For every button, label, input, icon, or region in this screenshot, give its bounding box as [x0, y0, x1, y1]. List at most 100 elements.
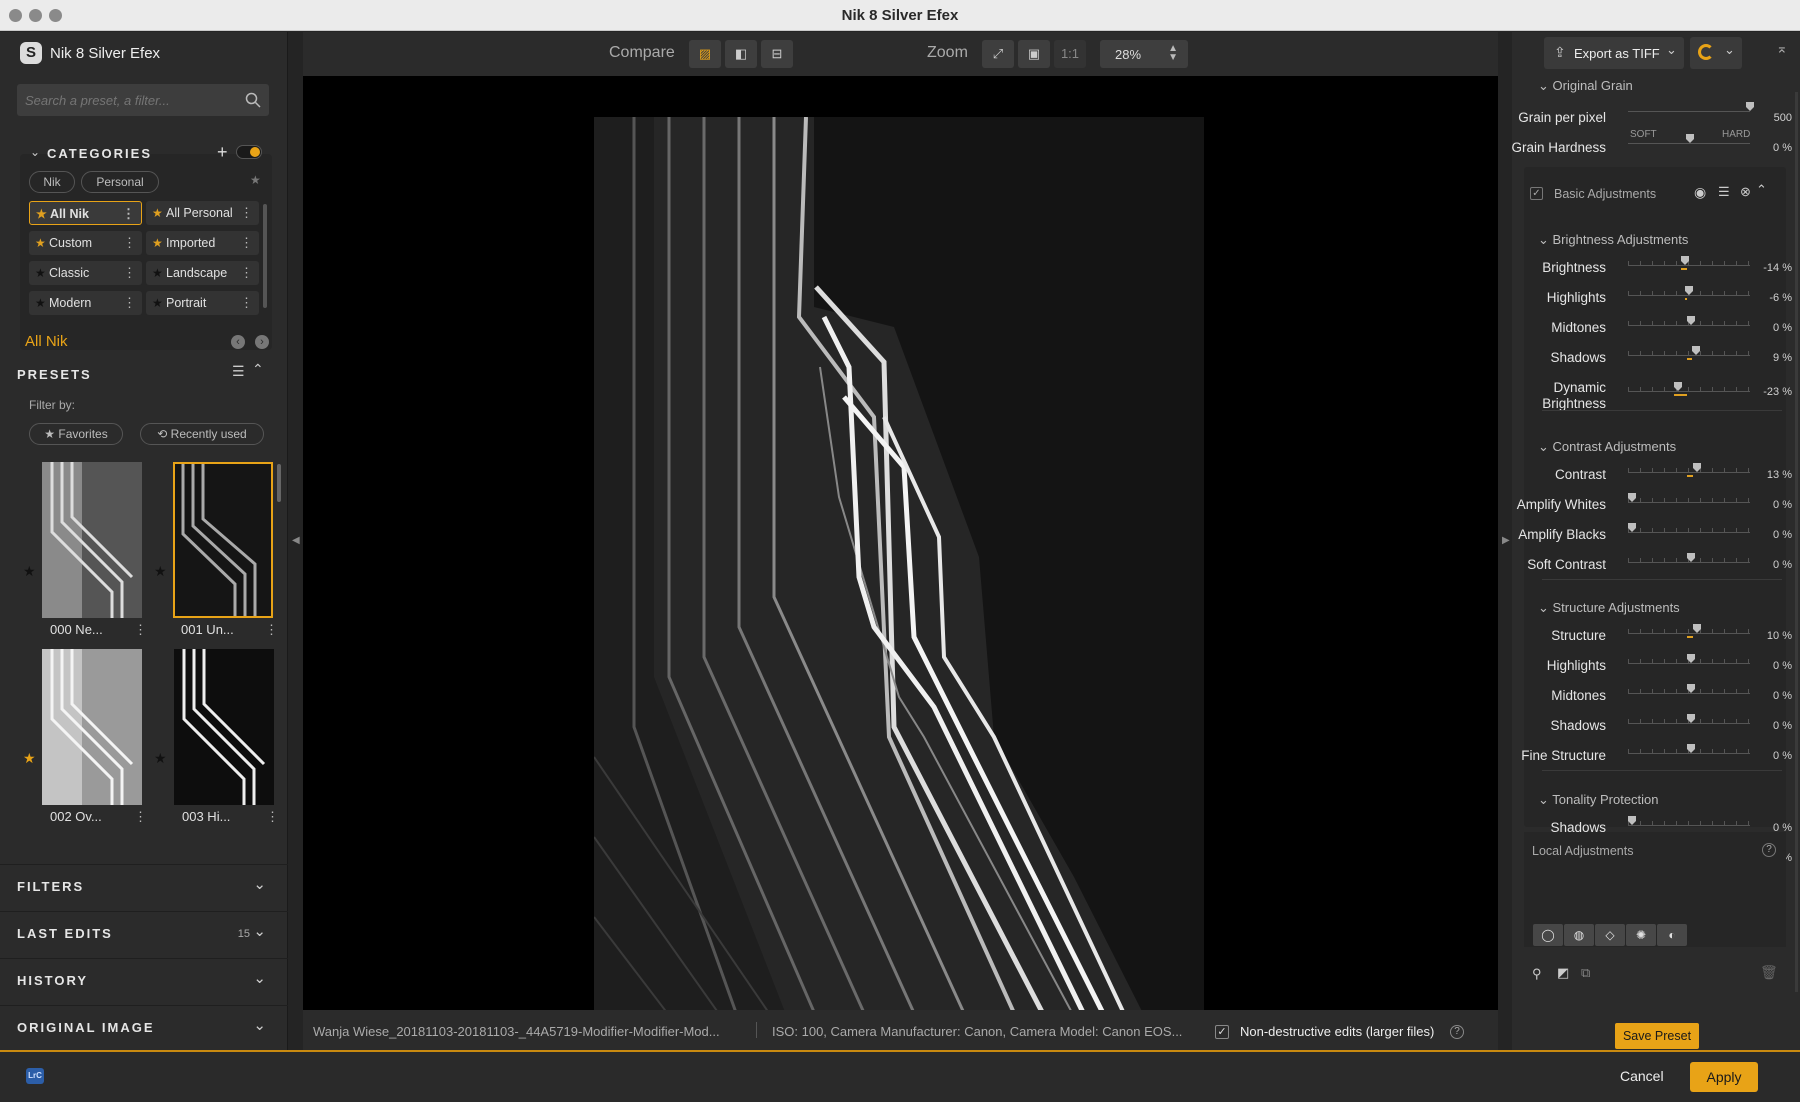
eye-icon[interactable]: ◉: [1694, 184, 1706, 201]
contrast-slider[interactable]: [1628, 553, 1750, 563]
star-icon[interactable]: ★: [250, 173, 261, 187]
presets-scrollbar[interactable]: [277, 464, 281, 502]
original-image-section[interactable]: ORIGINAL IMAGE ⌄: [0, 1005, 288, 1047]
star-icon[interactable]: ★: [23, 750, 36, 767]
chevron-down-icon[interactable]: ⌄: [30, 145, 40, 159]
collapse-up-icon[interactable]: ⌅: [1776, 40, 1788, 57]
category-classic[interactable]: ★ Classic ⋮: [29, 261, 142, 285]
list-view-icon[interactable]: ☰: [232, 363, 245, 380]
basic-adjustments-checkbox[interactable]: ✓: [1530, 187, 1543, 200]
more-icon[interactable]: ⋮: [266, 809, 279, 825]
image-viewport[interactable]: [303, 76, 1498, 1035]
menu-icon[interactable]: ☰: [1718, 184, 1730, 200]
chevron-up-icon[interactable]: ⌃: [1756, 182, 1767, 198]
more-icon[interactable]: ⋮: [122, 202, 135, 226]
filter-recently-used[interactable]: ⟲ Recently used: [140, 423, 264, 445]
star-icon[interactable]: ★: [23, 563, 36, 580]
category-imported[interactable]: ★ Imported ⋮: [146, 231, 259, 255]
category-tab-personal[interactable]: Personal: [81, 171, 159, 193]
more-icon[interactable]: ⋮: [123, 261, 136, 285]
category-portrait[interactable]: ★ Portrait ⋮: [146, 291, 259, 315]
adjustments-scroll[interactable]: ⌄ Original Grain Grain per pixel 500 SOF…: [1512, 72, 1800, 1012]
search-input[interactable]: [25, 90, 235, 110]
categories-toggle[interactable]: [236, 145, 262, 159]
filters-section[interactable]: FILTERS ⌄: [0, 864, 288, 906]
category-tab-nik[interactable]: Nik: [29, 171, 75, 193]
structure-slider[interactable]: [1628, 714, 1750, 724]
preset-thumbnail[interactable]: 003 Hi... ⋮: [174, 649, 279, 824]
zoom-fit-icon[interactable]: ⤢: [982, 40, 1014, 68]
brightness-slider[interactable]: [1628, 316, 1750, 326]
category-all-nik[interactable]: ★ All Nik ⋮: [29, 201, 142, 225]
contrast-slider[interactable]: [1628, 523, 1750, 533]
chevron-down-icon[interactable]: ⌄: [1666, 42, 1677, 58]
list-mask-icon[interactable]: ⚲: [1532, 966, 1542, 982]
categories-scrollbar[interactable]: [263, 204, 267, 308]
duplicate-icon[interactable]: ⧉: [1581, 965, 1590, 981]
structure-slider[interactable]: [1628, 624, 1750, 638]
collapse-left-panel-icon[interactable]: ◀: [292, 535, 300, 546]
structure-slider[interactable]: [1628, 684, 1750, 694]
add-category-icon[interactable]: +: [217, 142, 228, 163]
help-icon[interactable]: ?: [1450, 1025, 1464, 1039]
zoom-1to1-button[interactable]: 1:1: [1054, 40, 1086, 68]
more-icon[interactable]: ⋮: [240, 231, 253, 255]
brightness-slider[interactable]: [1628, 382, 1750, 396]
brightness-slider[interactable]: [1628, 286, 1750, 300]
brightness-group-header[interactable]: ⌄ Brightness Adjustments: [1538, 232, 1688, 248]
export-button[interactable]: ⇪ Export as TIFF ⌄: [1544, 37, 1684, 69]
contrast-slider[interactable]: [1628, 493, 1750, 503]
category-modern[interactable]: ★ Modern ⋮: [29, 291, 142, 315]
structure-group-header[interactable]: ⌄ Structure Adjustments: [1538, 600, 1680, 616]
structure-slider[interactable]: [1628, 744, 1750, 754]
compare-single-icon[interactable]: ▨: [689, 40, 721, 68]
save-preset-button[interactable]: Save Preset: [1615, 1023, 1699, 1049]
trash-icon[interactable]: 🗑: [1760, 964, 1778, 981]
radial-gradient-icon[interactable]: ◍: [1564, 924, 1594, 946]
polygon-mask-icon[interactable]: ◇: [1595, 924, 1625, 946]
brush-icon[interactable]: ✺: [1626, 924, 1656, 946]
tonality-slider[interactable]: [1628, 816, 1750, 826]
more-icon[interactable]: ⋮: [123, 231, 136, 255]
more-icon[interactable]: ⋮: [240, 261, 253, 285]
history-section[interactable]: HISTORY ⌄: [0, 958, 288, 1000]
grain-per-pixel-slider[interactable]: [1628, 102, 1754, 112]
search-box[interactable]: [17, 84, 269, 116]
structure-slider[interactable]: [1628, 654, 1750, 664]
more-icon[interactable]: ⋮: [240, 201, 253, 225]
star-icon[interactable]: ★: [154, 563, 167, 580]
brightness-slider[interactable]: [1628, 256, 1750, 270]
tonality-group-header[interactable]: ⌄ Tonality Protection: [1538, 792, 1659, 808]
category-custom[interactable]: ★ Custom ⋮: [29, 231, 142, 255]
control-point-icon[interactable]: ◯: [1533, 924, 1563, 946]
category-all-personal[interactable]: ★ All Personal ⋮: [146, 201, 259, 225]
star-icon[interactable]: ★: [154, 750, 167, 767]
previous-icon[interactable]: ‹: [231, 335, 245, 349]
collapse-right-panel-icon[interactable]: ▶: [1502, 535, 1510, 546]
show-mask-icon[interactable]: ◩: [1557, 965, 1569, 981]
contrast-slider[interactable]: [1628, 463, 1750, 477]
next-icon[interactable]: ›: [255, 335, 269, 349]
panel-scrollbar[interactable]: [1795, 92, 1798, 992]
zoom-select[interactable]: 28% ▲ ▼: [1100, 40, 1188, 68]
help-icon[interactable]: ?: [1762, 843, 1776, 857]
filter-favorites[interactable]: ★ Favorites: [29, 423, 123, 445]
ecosystem-button[interactable]: ⌄: [1690, 37, 1742, 69]
zoom-fill-icon[interactable]: ▣: [1018, 40, 1050, 68]
cancel-button[interactable]: Cancel: [1620, 1068, 1664, 1084]
compare-split-icon[interactable]: ◧: [725, 40, 757, 68]
category-landscape[interactable]: ★ Landscape ⋮: [146, 261, 259, 285]
nondestructive-checkbox[interactable]: ✓: [1215, 1025, 1229, 1039]
apply-button[interactable]: Apply: [1690, 1062, 1758, 1092]
more-icon[interactable]: ⋮: [134, 809, 147, 825]
reset-icon[interactable]: ⊗: [1740, 184, 1751, 200]
brightness-slider[interactable]: [1628, 346, 1750, 360]
preset-thumbnail-selected[interactable]: 001 Un... ⋮: [173, 462, 278, 637]
contrast-group-header[interactable]: ⌄ Contrast Adjustments: [1538, 439, 1676, 455]
original-grain-header[interactable]: ⌄ Original Grain: [1538, 78, 1633, 94]
preset-thumbnail[interactable]: 002 Ov... ⋮: [42, 649, 147, 824]
luminosity-icon[interactable]: ◐: [1657, 924, 1687, 946]
compare-stacked-icon[interactable]: ⊟: [761, 40, 793, 68]
more-icon[interactable]: ⋮: [123, 291, 136, 315]
chevron-up-icon[interactable]: ⌃: [252, 361, 264, 378]
